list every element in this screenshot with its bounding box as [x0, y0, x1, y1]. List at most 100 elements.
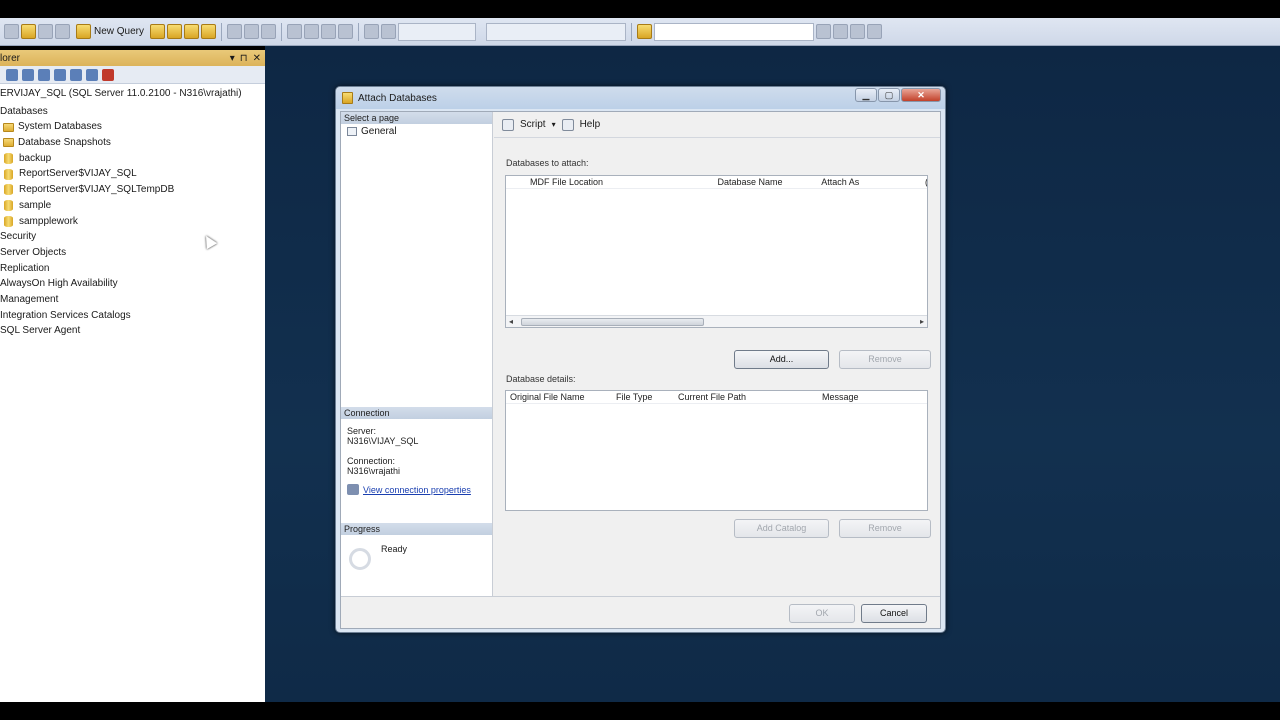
tree-node[interactable]: Management [0, 292, 265, 308]
tree-node[interactable]: backup [0, 151, 265, 167]
attach-databases-dialog: Attach Databases ▁ ▢ ✕ Select a page Gen… [335, 86, 946, 633]
tree-node[interactable]: sampplework [0, 214, 265, 230]
tree-node[interactable]: Replication [0, 261, 265, 277]
find-combo[interactable] [654, 22, 815, 41]
attach-col-dbname[interactable]: Database Name [714, 176, 818, 188]
paste-icon[interactable] [261, 24, 277, 39]
toolbar-separator [631, 22, 633, 41]
properties-icon[interactable] [833, 24, 849, 39]
scroll-right-icon[interactable]: ▸ [920, 317, 924, 326]
db-engine-query-icon[interactable] [150, 24, 166, 39]
database-icon [4, 153, 13, 165]
server-node[interactable]: ERVIJAY_SQL (SQL Server 11.0.2100 - N316… [0, 86, 265, 102]
database-details-label: Database details: [506, 374, 576, 384]
view-connection-properties-label: View connection properties [363, 484, 471, 495]
stop-icon[interactable] [54, 68, 66, 81]
analysis-query-icon[interactable] [167, 24, 183, 39]
server-node-label: ERVIJAY_SQL (SQL Server 11.0.2100 - N316… [0, 88, 242, 99]
tree-node[interactable]: Server Objects [0, 245, 265, 261]
connect-icon[interactable] [6, 68, 18, 81]
mdx-query-icon[interactable] [184, 24, 200, 39]
refresh-icon[interactable] [86, 68, 98, 81]
tree-node[interactable]: sample [0, 198, 265, 214]
tree-node[interactable]: AlwaysOn High Availability [0, 276, 265, 292]
close-button[interactable]: ✕ [901, 88, 941, 102]
navigate-back-icon[interactable] [321, 24, 337, 39]
start-icon[interactable] [381, 24, 397, 39]
script-button[interactable]: Script [520, 119, 546, 130]
connection-properties-icon [347, 484, 359, 495]
details-col-message[interactable]: Message [818, 391, 918, 403]
database-details-grid[interactable]: Original File Name File Type Current Fil… [505, 390, 928, 511]
connect-dropdown-icon[interactable] [22, 68, 34, 81]
details-col-path[interactable]: Current File Path [674, 391, 818, 403]
tree-node-label: System Databases [18, 121, 102, 133]
save-all-icon[interactable] [55, 24, 70, 39]
connection-value: N316\vrajathi [347, 466, 401, 476]
toolbar-separator [221, 22, 223, 41]
tree-node[interactable]: SQL Server Agent [0, 323, 265, 339]
add-catalog-button[interactable]: Add Catalog [734, 519, 829, 538]
tree-node[interactable]: Security [0, 229, 265, 245]
window-icon[interactable] [867, 24, 883, 39]
ssms-icon [342, 92, 353, 104]
remove-button[interactable]: Remove [839, 350, 931, 369]
folder-icon [3, 122, 14, 132]
minimize-button[interactable]: ▁ [855, 88, 877, 102]
attach-col-mdf[interactable]: MDF File Location [526, 176, 714, 188]
redo-icon[interactable] [304, 24, 320, 39]
cancel-button[interactable]: Cancel [861, 604, 927, 623]
tools-icon[interactable] [850, 24, 866, 39]
dialog-body: Select a page General Connection Server:… [340, 111, 941, 629]
debug-icon[interactable] [364, 24, 380, 39]
maximize-button[interactable]: ▢ [878, 88, 900, 102]
ok-button[interactable]: OK [789, 604, 855, 623]
find-in-files-icon[interactable] [637, 24, 653, 39]
close-icon[interactable]: ✕ [253, 53, 261, 64]
scroll-thumb[interactable] [521, 318, 704, 326]
solution-platform-combo[interactable] [486, 22, 627, 41]
scroll-left-icon[interactable]: ◂ [509, 317, 513, 326]
tree-node[interactable]: ReportServer$VIJAY_SQL [0, 166, 265, 182]
tree-node-label: Databases [0, 105, 48, 117]
tree-node[interactable]: Database Snapshots [0, 135, 265, 151]
save-icon[interactable] [38, 24, 53, 39]
view-connection-properties-link[interactable]: View connection properties [347, 484, 471, 495]
activity-monitor-icon[interactable] [102, 68, 114, 81]
page-selector-pane: Select a page General Connection Server:… [341, 112, 493, 596]
tree-node[interactable]: Integration Services Catalogs [0, 308, 265, 324]
remove-details-button[interactable]: Remove [839, 519, 931, 538]
attach-col-owner[interactable]: ( [921, 176, 927, 188]
page-general[interactable]: General [341, 124, 492, 138]
tree-node[interactable]: Databases [0, 104, 265, 120]
add-button[interactable]: Add... [734, 350, 829, 369]
open-icon[interactable] [21, 24, 36, 39]
tree-node[interactable]: System Databases [0, 119, 265, 135]
databases-to-attach-grid[interactable]: MDF File Location Database Name Attach A… [505, 175, 928, 328]
details-col-original[interactable]: Original File Name [506, 391, 612, 403]
back-icon[interactable] [4, 24, 19, 39]
attach-col-attachas[interactable]: Attach As [817, 176, 921, 188]
dialog-toolbar: Script ▾ Help [494, 112, 940, 138]
solution-explorer-icon[interactable] [816, 24, 832, 39]
script-dropdown-icon[interactable]: ▾ [552, 120, 556, 129]
solution-config-combo[interactable] [398, 22, 477, 41]
pin-icon[interactable]: ⊓ [240, 53, 248, 64]
xmla-query-icon[interactable] [201, 24, 217, 39]
cut-icon[interactable] [227, 24, 243, 39]
tree-node[interactable]: ReportServer$VIJAY_SQLTempDB [0, 182, 265, 198]
new-query-button[interactable]: New Query [72, 22, 148, 42]
undo-icon[interactable] [287, 24, 303, 39]
script-icon[interactable] [502, 118, 514, 131]
help-button[interactable]: Help [580, 119, 601, 130]
dropdown-arrow-icon[interactable]: ▾ [230, 53, 235, 64]
details-col-filetype[interactable]: File Type [612, 391, 674, 403]
navigate-forward-icon[interactable] [338, 24, 354, 39]
disconnect-icon[interactable] [38, 68, 50, 81]
help-icon[interactable] [561, 118, 574, 131]
filter-icon[interactable] [70, 68, 82, 81]
tree-node-label: sampplework [19, 215, 78, 227]
progress-status: Ready [381, 544, 408, 554]
copy-icon[interactable] [244, 24, 260, 39]
attach-grid-hscrollbar[interactable]: ◂ ▸ [506, 315, 927, 327]
